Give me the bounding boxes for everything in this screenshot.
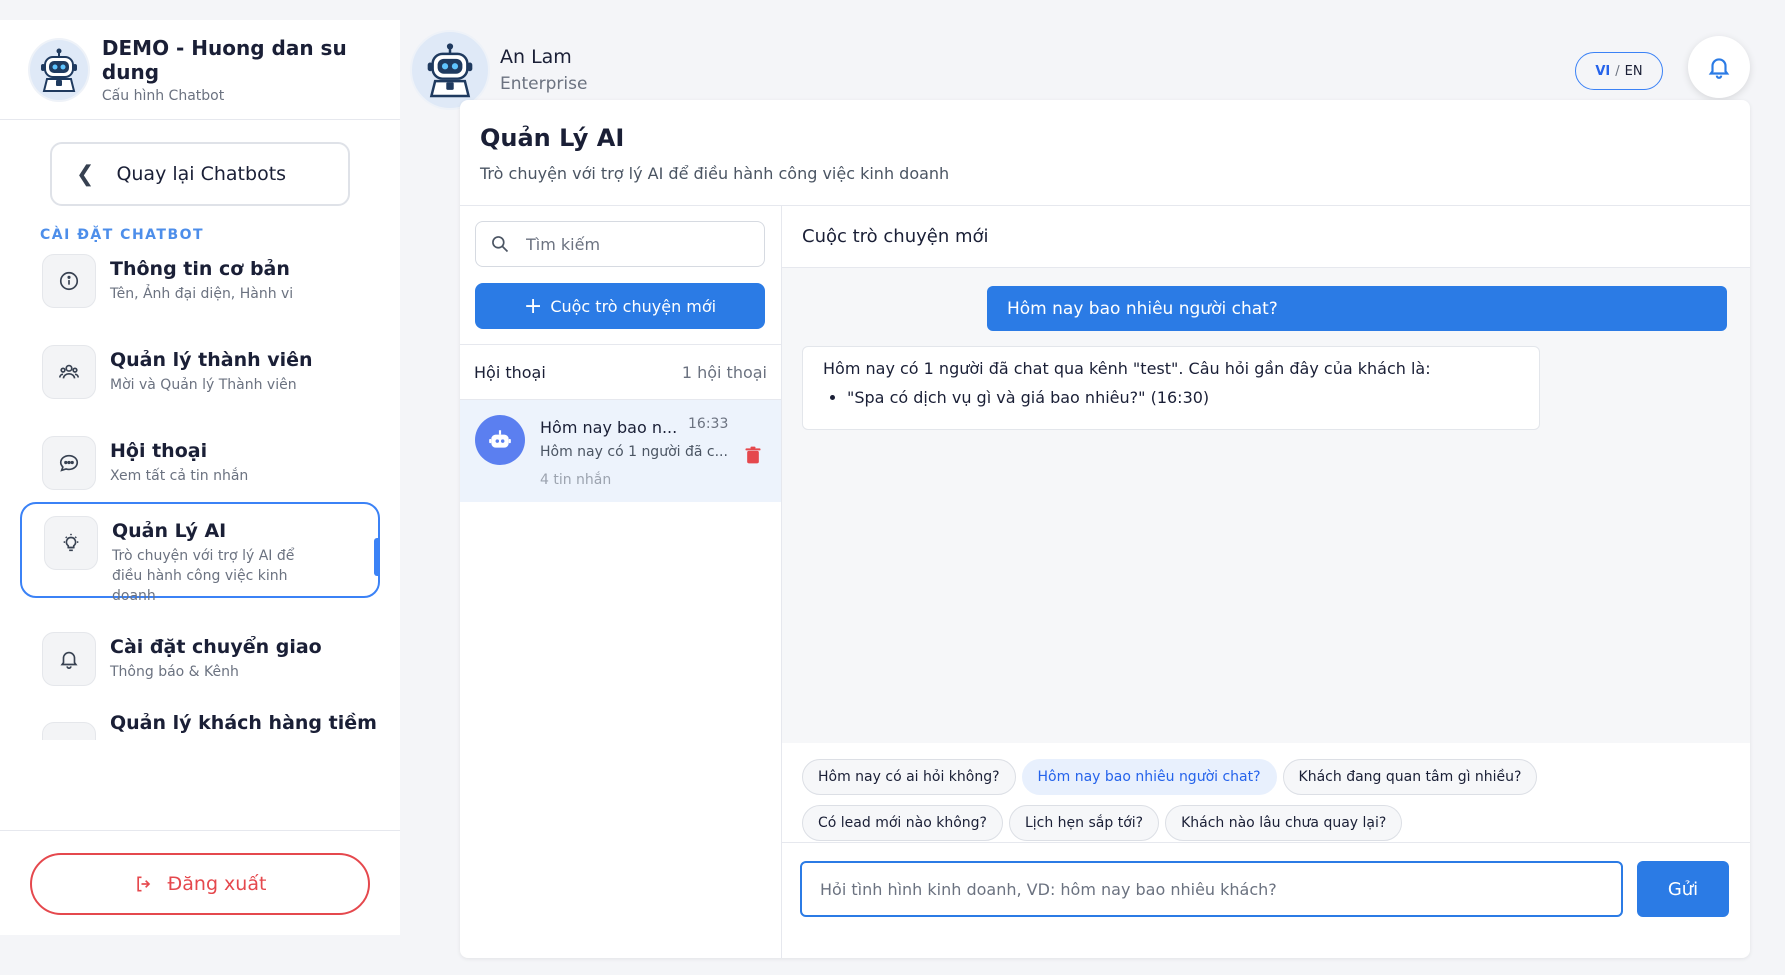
bot-icon [489,430,511,448]
robot-icon [427,43,473,98]
conversation-list-label: Hội thoại [474,362,546,382]
section-label: CÀI ĐẶT CHATBOT [40,227,205,243]
sidebar-item-basic-info[interactable]: Thông tin cơ bản Tên, Ảnh đại diện, Hành… [20,242,380,320]
bot-header: DEMO - Huong dan su dung Cấu hình Chatbo… [0,20,400,120]
sidebar-item-title: Hội thoại [110,440,208,462]
bot-subtitle: Cấu hình Chatbot [101,87,225,104]
conversation-title: Hôm nay bao n... [540,418,678,437]
sidebar-item-desc: Tên, Ảnh đại diện, Hành vi [110,286,294,302]
user-name: An Lam [500,46,572,68]
logout-label: Đăng xuất [167,873,267,895]
chat-header: Cuộc trò chuyện mới [782,206,1750,268]
bot-message: Hôm nay có 1 người đã chat qua kênh "tes… [802,346,1540,430]
suggestion-chip[interactable]: Hôm nay bao nhiêu người chat? [1021,759,1277,795]
page-subtitle: Trò chuyện với trợ lý AI để điều hành cô… [480,164,950,183]
info-icon [42,254,96,308]
bot-title: DEMO - Huong dan su dung [101,35,347,84]
contacts-icon [42,722,96,740]
sidebar-item-title: Quản Lý AI [112,520,227,542]
suggestion-chip[interactable]: Hôm nay có ai hỏi không? [802,759,1016,795]
user-avatar[interactable] [410,30,490,110]
lightbulb-icon [44,516,98,570]
sidebar-item-members[interactable]: Quản lý thành viên Mời và Quản lý Thành … [20,333,380,411]
back-to-chatbots-button[interactable]: ❮ Quay lại Chatbots [50,142,350,206]
search-box[interactable] [475,221,765,267]
bell-icon [42,632,96,686]
sidebar-item-desc: Trò chuyện với trợ lý AI để điều hành cô… [112,548,295,604]
lang-vi: VI [1595,63,1611,79]
send-button[interactable]: Gửi [1637,861,1729,917]
logout-icon [136,876,150,892]
sidebar-item-conversations[interactable]: Hội thoại Xem tất cả tin nhắn [20,424,380,502]
chat-bubble-icon [42,436,96,490]
lang-en: EN [1624,63,1643,79]
conversation-count: 1 hội thoại [681,362,767,382]
chat-messages: Hôm nay bao nhiêu người chat? Hôm nay có… [782,268,1750,743]
logout-button[interactable]: Đăng xuất [30,853,370,915]
notifications-button[interactable] [1688,36,1750,98]
user-message: Hôm nay bao nhiêu người chat? [987,286,1727,331]
page-header: Quản Lý AI Trò chuyện với trợ lý AI để đ… [460,100,1750,206]
sidebar-item-desc: Thông báo & Kênh [110,664,239,680]
conversation-time: 16:33 [688,416,729,432]
conversation-message-count: 4 tin nhắn [540,472,612,488]
sidebar-item-leads[interactable]: Quản lý khách hàng tiềm [20,708,380,740]
suggestion-chip[interactable]: Lịch hẹn sắp tới? [1008,805,1160,841]
sidebar-item-title: Quản lý thành viên [110,349,313,371]
new-conversation-button[interactable]: + Cuộc trò chuyện mới [475,283,765,329]
sidebar-item-ai-manager[interactable]: Quản Lý AI Trò chuyện với trợ lý AI để đ… [20,502,380,604]
suggestion-chip[interactable]: Có lead mới nào không? [802,805,1003,841]
chat-input-row: Gửi [782,843,1750,958]
user-plan: Enterprise [500,74,588,94]
suggestion-chips: Hôm nay có ai hỏi không? Hôm nay bao nhiê… [782,743,1750,843]
search-icon [492,236,509,253]
search-input[interactable] [526,234,746,254]
trash-icon[interactable] [743,445,763,465]
suggestion-chip[interactable]: Khách đang quan tâm gì nhiều? [1282,759,1538,795]
sidebar-item-title: Cài đặt chuyển giao [110,636,322,658]
users-icon [42,345,96,399]
robot-icon [40,48,77,92]
conversation-preview: Hôm nay có 1 người đã c... [540,444,728,460]
chevron-left-icon: ❮ [76,161,95,187]
active-indicator [374,538,380,576]
sidebar: DEMO - Huong dan su dung Cấu hình Chatbo… [0,20,400,935]
bot-message-bullet: "Spa có dịch vụ gì và giá bao nhiêu?" (1… [847,388,1519,407]
conversation-item[interactable]: Hôm nay bao n... 16:33 Hôm nay có 1 ngườ… [460,400,781,502]
chat-input[interactable] [800,861,1623,917]
sidebar-item-desc: Mời và Quản lý Thành viên [110,377,297,393]
lang-separator: / [1615,63,1620,79]
bot-avatar [28,37,90,102]
suggestion-chip[interactable]: Khách nào lâu chưa quay lại? [1165,805,1403,841]
sidebar-footer: Đăng xuất [0,830,400,935]
sidebar-item-title: Thông tin cơ bản [110,258,290,280]
sidebar-item-handover[interactable]: Cài đặt chuyển giao Thông báo & Kênh [20,620,380,698]
back-label: Quay lại Chatbots [116,163,287,185]
sidebar-item-desc: Xem tất cả tin nhắn [110,468,249,484]
new-conversation-label: Cuộc trò chuyện mới [550,296,717,316]
bot-message-text: Hôm nay có 1 người đã chat qua kênh "tes… [823,359,1431,378]
conversation-avatar [475,415,525,465]
bell-icon [1708,58,1730,79]
conversation-panel: + Cuộc trò chuyện mới Hội thoại 1 hội th… [460,206,782,958]
plus-icon: + [523,293,543,319]
chat-panel: Cuộc trò chuyện mới Hôm nay bao nhiêu ng… [782,206,1750,958]
language-toggle[interactable]: VI / EN [1575,52,1663,90]
conversation-list-header: Hội thoại 1 hội thoại [460,344,781,400]
page-title: Quản Lý AI [480,124,625,152]
top-header: An Lam Enterprise VI / EN [410,28,1785,110]
main-card: Quản Lý AI Trò chuyện với trợ lý AI để đ… [460,100,1750,958]
sidebar-item-title: Quản lý khách hàng tiềm [110,712,377,734]
